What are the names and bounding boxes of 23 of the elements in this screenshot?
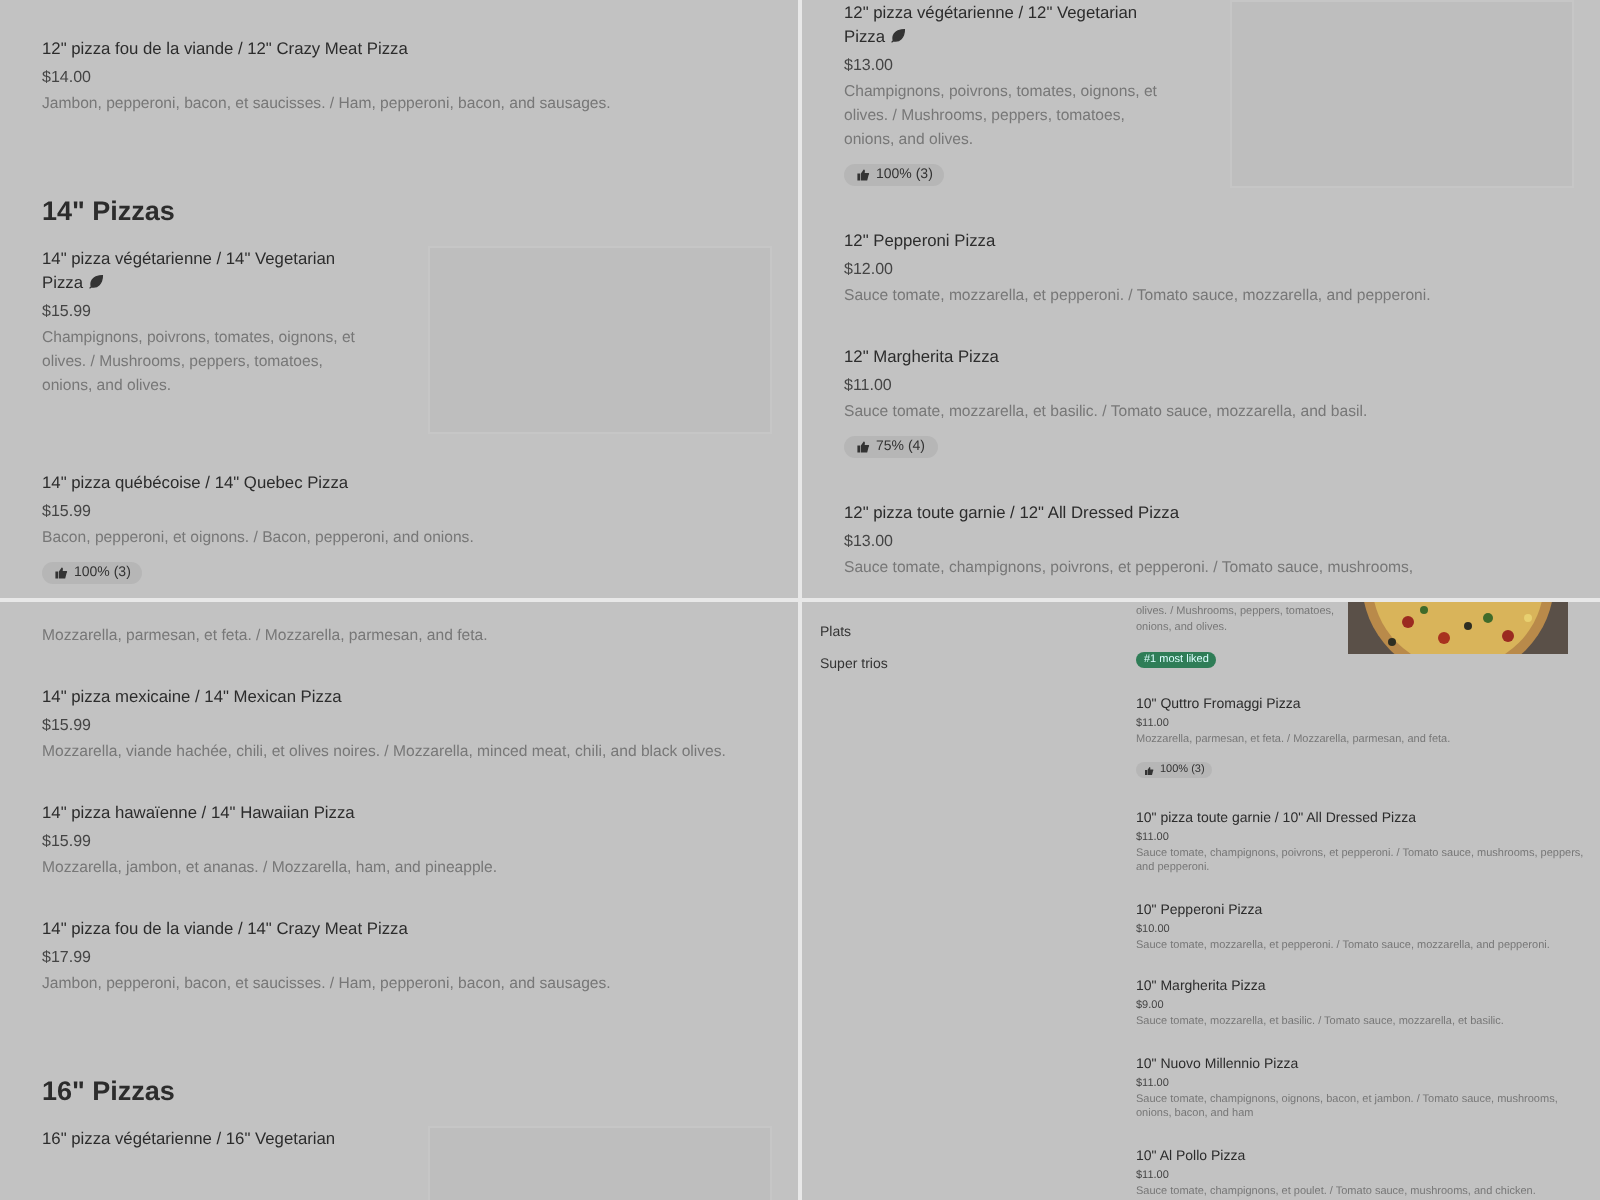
item-name: 12" pizza fou de la viande / 12" Crazy Meat Pizza (42, 36, 410, 60)
item-name: 14" pizza québécoise / 14" Quebec Pizza (42, 470, 351, 494)
item-price: $14.00 (42, 68, 93, 86)
item-name: 14" pizza fou de la viande / 14" Crazy Meat Pizza (42, 916, 410, 940)
item-price: $15.99 (42, 832, 93, 850)
item-price: $13.00 (844, 56, 895, 74)
item-name: 14" pizza hawaïenne / 14" Hawaiian Pizza (42, 800, 357, 824)
item-name: 12" Pepperoni Pizza (844, 228, 998, 252)
section-heading: 14" Pizzas (42, 196, 177, 226)
item-price: $15.99 (42, 302, 93, 320)
item-price: $11.00 (844, 376, 894, 394)
item-name: 12" Margherita Pizza (844, 344, 1001, 368)
item-name: 12" pizza végétarienne / 12" Vegetarian Pizza (844, 0, 1140, 48)
item-price: $13.00 (844, 532, 895, 550)
item-price: $15.99 (42, 502, 93, 520)
item-name: 16" pizza végétarienne / 16" Vegetarian (42, 1126, 338, 1150)
item-price: $17.99 (42, 948, 93, 966)
item-price: $15.99 (42, 716, 93, 734)
item-name: 14" pizza mexicaine / 14" Mexican Pizza (42, 684, 344, 708)
item-price: $12.00 (844, 260, 895, 278)
section-heading: 16" Pizzas (42, 1076, 177, 1106)
item-name: 14" pizza végétarienne / 14" Vegetarian Pizza (42, 246, 338, 294)
item-name: 12" pizza toute garnie / 12" All Dressed Pizza (844, 500, 1181, 524)
